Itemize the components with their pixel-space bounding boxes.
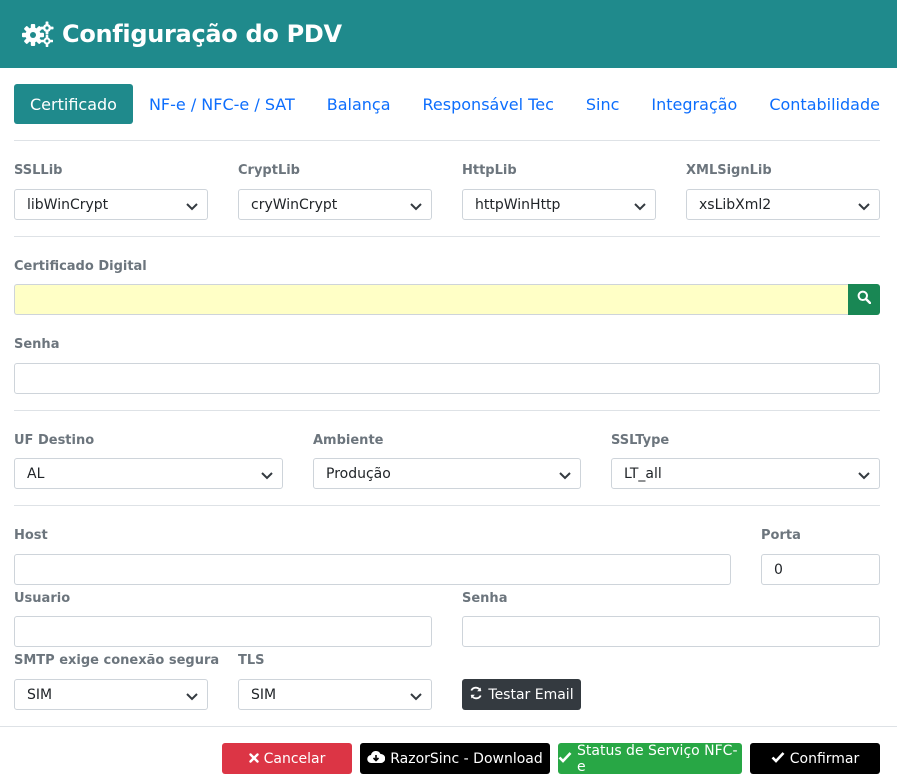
httplib-select[interactable]: httpWinHttp	[462, 189, 656, 220]
usuario-input[interactable]	[14, 616, 432, 647]
tab-sinc[interactable]: Sinc	[570, 84, 636, 124]
refresh-icon	[469, 686, 483, 704]
usuario-label: Usuario	[14, 591, 71, 606]
footer-divider	[0, 726, 897, 727]
host-input[interactable]	[14, 554, 731, 585]
xmlsignlib-label: XMLSignLib	[686, 163, 772, 178]
uf-destino-value: AL	[27, 465, 45, 482]
porta-input[interactable]: 0	[761, 554, 880, 585]
ambiente-value: Produção	[326, 465, 391, 482]
cancel-button[interactable]: Cancelar	[222, 743, 352, 774]
senha-cert-label: Senha	[14, 337, 60, 352]
razorsinc-download-button[interactable]: RazorSinc - Download	[360, 743, 550, 774]
chevron-down-icon	[261, 469, 273, 485]
ambiente-label: Ambiente	[313, 433, 384, 448]
uf-destino-label: UF Destino	[14, 433, 95, 448]
modal-title: Configuração do PDV	[62, 20, 342, 48]
chevron-down-icon	[858, 469, 870, 485]
status-servico-label: Status de Serviço NFC-e	[577, 742, 738, 775]
razorsinc-download-label: RazorSinc - Download	[390, 750, 543, 767]
chevron-down-icon	[410, 200, 422, 216]
host-label: Host	[14, 528, 48, 543]
divider	[14, 236, 880, 237]
chevron-down-icon	[559, 469, 571, 485]
chevron-down-icon	[858, 200, 870, 216]
tls-select[interactable]: SIM	[238, 679, 432, 710]
smtp-seguro-select[interactable]: SIM	[14, 679, 208, 710]
chevron-down-icon	[634, 200, 646, 216]
chevron-down-icon	[186, 200, 198, 216]
cryptlib-value: cryWinCrypt	[251, 196, 338, 213]
ssltype-label: SSLType	[611, 433, 670, 448]
chevron-down-icon	[410, 690, 422, 706]
confirm-button[interactable]: Confirmar	[750, 743, 880, 774]
status-servico-button[interactable]: Status de Serviço NFC-e	[558, 742, 742, 775]
check-icon	[558, 751, 572, 767]
httplib-label: HttpLib	[462, 163, 517, 178]
tab-nfe-nfce-sat[interactable]: NF-e / NFC-e / SAT	[133, 84, 311, 124]
certificado-search-button[interactable]	[848, 284, 880, 315]
ssltype-select[interactable]: LT_all	[611, 458, 880, 489]
modal-header: Configuração do PDV	[0, 0, 897, 68]
cancel-button-label: Cancelar	[263, 750, 326, 767]
tls-value: SIM	[251, 686, 277, 703]
tab-integracao[interactable]: Integração	[635, 84, 753, 124]
ssltype-value: LT_all	[624, 465, 662, 482]
testar-email-button[interactable]: Testar Email	[462, 679, 581, 710]
senha-cert-input[interactable]	[14, 363, 880, 394]
tab-responsavel-tec[interactable]: Responsável Tec	[407, 84, 570, 124]
testar-email-label: Testar Email	[488, 686, 574, 703]
cryptlib-select[interactable]: cryWinCrypt	[238, 189, 432, 220]
check-icon	[771, 751, 785, 767]
certificado-label: Certificado Digital	[14, 259, 147, 274]
times-icon	[248, 751, 259, 767]
httplib-value: httpWinHttp	[475, 196, 561, 213]
certificado-input[interactable]	[14, 284, 848, 315]
chevron-down-icon	[186, 690, 198, 706]
xmlsignlib-value: xsLibXml2	[699, 196, 772, 213]
tab-contabilidade[interactable]: Contabilidade	[753, 84, 896, 124]
divider	[14, 140, 880, 141]
tab-certificado[interactable]: Certificado	[14, 84, 133, 124]
tab-bar: Certificado NF-e / NFC-e / SAT Balança R…	[14, 84, 896, 124]
confirm-button-label: Confirmar	[789, 750, 860, 767]
search-icon	[857, 290, 872, 309]
smtp-seguro-value: SIM	[27, 686, 53, 703]
ssllib-label: SSLLib	[14, 163, 63, 178]
ambiente-select[interactable]: Produção	[313, 458, 581, 489]
cryptlib-label: CryptLib	[238, 163, 300, 178]
divider	[14, 505, 880, 506]
xmlsignlib-select[interactable]: xsLibXml2	[686, 189, 880, 220]
ssllib-value: libWinCrypt	[27, 196, 109, 213]
cloud-download-icon	[367, 750, 386, 768]
senha-email-label: Senha	[462, 591, 508, 606]
porta-label: Porta	[761, 528, 801, 543]
senha-email-input[interactable]	[462, 616, 880, 647]
smtp-seguro-label: SMTP exige conexão segura	[14, 653, 220, 668]
tls-label: TLS	[238, 653, 265, 668]
uf-destino-select[interactable]: AL	[14, 458, 283, 489]
gears-icon	[22, 21, 54, 47]
tab-balanca[interactable]: Balança	[311, 84, 407, 124]
divider	[14, 410, 880, 411]
ssllib-select[interactable]: libWinCrypt	[14, 189, 208, 220]
